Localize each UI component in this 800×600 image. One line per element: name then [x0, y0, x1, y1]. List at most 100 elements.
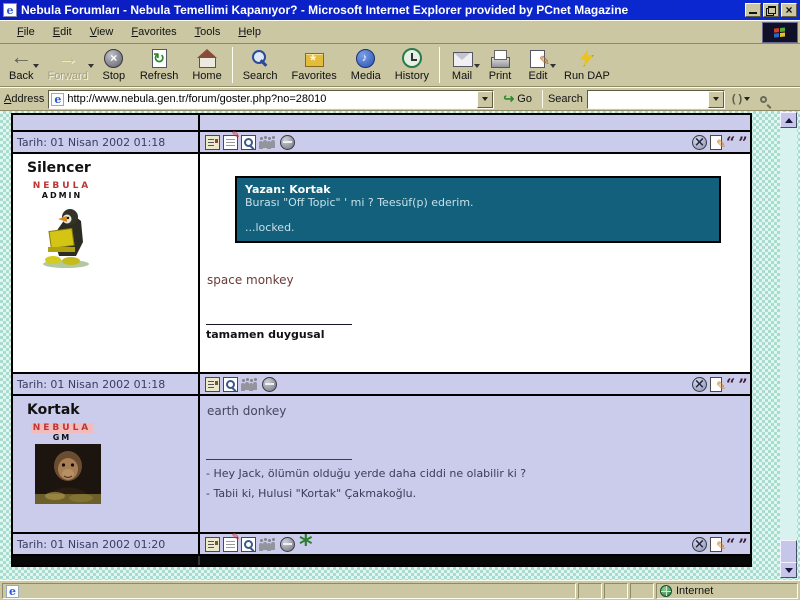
quote-icon[interactable]	[725, 375, 748, 394]
close-icon: ×	[785, 2, 793, 17]
quote-icon[interactable]	[725, 535, 748, 554]
back-dropdown-icon[interactable]	[33, 64, 40, 68]
quote-icon[interactable]	[725, 133, 748, 152]
edit-post-icon[interactable]	[223, 532, 240, 552]
menu-view[interactable]: View	[81, 23, 123, 41]
quote-line: Burası "Off Topic" ' mi ? Teesüf(p) eder…	[245, 196, 474, 209]
search-button[interactable]: Search	[236, 45, 285, 85]
search-label: Search	[547, 93, 583, 105]
edit-post-icon[interactable]	[223, 130, 240, 150]
restore-button[interactable]	[763, 3, 779, 17]
mail-button[interactable]: Mail	[443, 45, 481, 85]
brackets-extension-icon[interactable]: ( )	[729, 93, 753, 105]
buddies-icon[interactable]	[241, 377, 259, 392]
status-pane	[630, 583, 654, 599]
author-badge: NEBULA	[32, 181, 92, 191]
favorites-button[interactable]: Favorites	[285, 45, 344, 85]
status-zone-pane: Internet	[656, 583, 798, 599]
profile-card-icon[interactable]	[205, 536, 220, 552]
refresh-button[interactable]: Refresh	[133, 45, 186, 85]
quote-line: ...locked.	[245, 221, 295, 234]
buddies-icon[interactable]	[259, 135, 277, 150]
window-title: Nebula Forumları - Nebula Temellimi Kapa…	[21, 3, 629, 17]
title-bar[interactable]: e Nebula Forumları - Nebula Temellimi Ka…	[0, 0, 800, 20]
profile-card-icon[interactable]	[205, 134, 220, 150]
delete-icon[interactable]	[692, 536, 707, 552]
chevron-down-icon	[712, 97, 719, 101]
post-footer-row-1: Tarih: 01 Nisan 2002 01:18	[13, 130, 750, 154]
post-date: Tarih: 01 Nisan 2002 01:20	[17, 537, 166, 551]
chevron-down-icon	[482, 97, 489, 101]
toolbar-separator	[439, 47, 440, 83]
address-dropdown-button[interactable]	[477, 90, 494, 108]
menu-bar: File Edit View Favorites Tools Help	[0, 20, 800, 44]
ie-page-icon: e	[6, 584, 19, 598]
search-dropdown-button[interactable]	[707, 90, 724, 108]
forum-table: Tarih: 01 Nisan 2002 01:18 Silencer NEBU…	[11, 113, 752, 567]
page-content: Tarih: 01 Nisan 2002 01:18 Silencer NEBU…	[0, 111, 800, 580]
media-button[interactable]: Media	[344, 45, 388, 85]
author-role: ADMIN	[41, 191, 83, 200]
scroll-up-button[interactable]	[780, 112, 797, 128]
print-button[interactable]: Print	[481, 45, 519, 85]
author-role: GM	[52, 433, 72, 442]
menu-file[interactable]: File	[8, 23, 44, 41]
menu-help[interactable]: Help	[229, 23, 270, 41]
signature-text: - Tabii ki, Hulusi "Kortak" Çakmakoğlu.	[206, 487, 417, 500]
ie-throbber-logo	[762, 22, 798, 43]
run-dap-button[interactable]: Run DAP	[557, 45, 617, 85]
menu-edit[interactable]: Edit	[44, 23, 81, 41]
reply-icon[interactable]	[710, 536, 726, 553]
post-date: Tarih: 01 Nisan 2002 01:18	[17, 377, 166, 391]
signature-text: tamamen duygusal	[206, 328, 325, 341]
address-bar: Address e http://www.nebula.gen.tr/forum…	[0, 87, 800, 111]
author-name: Silencer	[27, 160, 91, 176]
offline-icon[interactable]	[280, 536, 295, 552]
find-extension-icon[interactable]	[757, 95, 770, 103]
stop-button[interactable]: Stop	[95, 45, 133, 85]
forward-button[interactable]: Forward	[40, 45, 94, 85]
ip-flower-icon[interactable]	[298, 535, 313, 556]
preview-icon[interactable]	[241, 134, 256, 150]
history-icon	[400, 48, 424, 69]
vertical-scrollbar[interactable]	[780, 112, 797, 578]
offline-icon[interactable]	[262, 376, 277, 392]
forward-dropdown-icon[interactable]	[87, 64, 94, 68]
post-date: Tarih: 01 Nisan 2002 01:18	[17, 135, 166, 149]
zone-label: Internet	[676, 585, 714, 597]
close-button[interactable]: ×	[781, 3, 797, 17]
history-button[interactable]: History	[388, 45, 436, 85]
address-input[interactable]: e http://www.nebula.gen.tr/forum/goster.…	[48, 89, 495, 109]
edit-button[interactable]: Edit	[519, 45, 557, 85]
go-arrow-icon: ↪	[503, 91, 515, 106]
chimp-avatar	[35, 444, 101, 504]
reply-icon[interactable]	[710, 376, 726, 393]
post-footer-row-3: Tarih: 01 Nisan 2002 01:20	[13, 532, 750, 556]
back-button[interactable]: Back	[2, 45, 40, 85]
home-button[interactable]: Home	[185, 45, 228, 85]
minimize-icon	[749, 12, 757, 14]
post-body: earth donkey	[207, 404, 287, 418]
delete-icon[interactable]	[692, 376, 707, 392]
mail-dropdown-icon[interactable]	[474, 64, 480, 68]
quote-author: Yazan: Kortak	[245, 183, 331, 196]
post-footer-row-2: Tarih: 01 Nisan 2002 01:18	[13, 374, 750, 396]
preview-icon[interactable]	[241, 536, 256, 552]
scroll-down-button[interactable]	[780, 562, 797, 578]
signature-divider	[206, 459, 352, 460]
minimize-button[interactable]	[745, 3, 761, 17]
offline-icon[interactable]	[280, 134, 295, 150]
quote-box: Yazan: Kortak Burası "Off Topic" ' mi ? …	[235, 176, 721, 243]
search-combo-input[interactable]	[586, 89, 725, 109]
menu-favorites[interactable]: Favorites	[122, 23, 185, 41]
delete-icon[interactable]	[692, 134, 707, 150]
menu-tools[interactable]: Tools	[186, 23, 230, 41]
edit-dropdown-icon[interactable]	[550, 64, 556, 68]
reply-icon[interactable]	[710, 134, 726, 151]
buddies-icon[interactable]	[259, 537, 277, 552]
go-button[interactable]: ↪ Go	[498, 89, 537, 109]
preview-icon[interactable]	[223, 376, 238, 392]
profile-card-icon[interactable]	[205, 376, 220, 392]
address-url[interactable]: http://www.nebula.gen.tr/forum/goster.ph…	[67, 93, 477, 105]
media-icon	[354, 48, 378, 69]
